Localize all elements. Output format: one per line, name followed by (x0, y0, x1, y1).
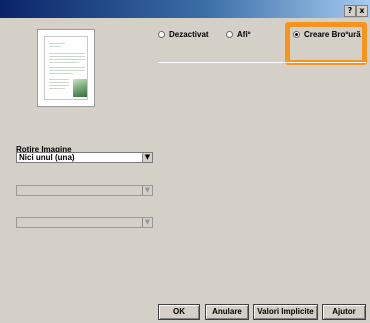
dropdown-arrow-icon: ▼ (142, 218, 152, 227)
preview-text-line (49, 56, 85, 57)
options-divider (158, 62, 366, 63)
preview-text-line (49, 43, 65, 44)
preview-text-line (49, 67, 85, 68)
radio-label-off: Dezactivat (169, 30, 209, 39)
radio-button-poster[interactable] (226, 31, 233, 38)
radio-option-poster[interactable]: Afiº (226, 30, 251, 39)
radio-label-poster: Afiº (237, 30, 251, 39)
title-bar: ? x (0, 0, 370, 18)
radio-option-off[interactable]: Dezactivat (158, 30, 209, 39)
dropdown-arrow-icon: ▼ (142, 186, 152, 195)
preview-text-line (49, 79, 69, 80)
radio-button-off[interactable] (158, 31, 165, 38)
preview-text-line (49, 59, 85, 60)
preview-image (73, 79, 87, 97)
booklet-highlight-frame (285, 22, 367, 65)
preview-text-line (49, 82, 69, 83)
help-button[interactable]: Ajutor (322, 304, 366, 320)
preview-text-line (49, 70, 85, 71)
disabled-dropdown-2: ▼ (16, 217, 153, 228)
dropdown-arrow-icon[interactable]: ▼ (142, 153, 152, 162)
preview-text-line (49, 46, 61, 47)
disabled-dropdown-1: ▼ (16, 185, 153, 196)
ok-button[interactable]: OK (158, 304, 200, 320)
preview-text-line (49, 53, 85, 54)
preview-text-line (49, 73, 73, 74)
rotate-image-dropdown[interactable]: Nici unul (una) ▼ (16, 152, 153, 163)
dialog-body: Dezactivat Afiº Creare Broºurã Rotire Im… (0, 18, 370, 323)
rotate-image-value: Nici unul (una) (19, 153, 75, 162)
help-question-icon[interactable]: ? (344, 5, 356, 17)
close-icon[interactable]: x (356, 5, 368, 17)
preview-text-line (49, 62, 79, 63)
preview-text-line (49, 85, 69, 86)
defaults-button[interactable]: Valori Implicite (253, 304, 318, 320)
cancel-button[interactable]: Anulare (205, 304, 249, 320)
page-preview (37, 29, 95, 107)
preview-text-line (49, 88, 65, 89)
print-properties-dialog: ? x Dezactivat Afiº Creare Broºurã Rotir… (0, 0, 370, 323)
preview-page-thumbnail (44, 36, 88, 100)
